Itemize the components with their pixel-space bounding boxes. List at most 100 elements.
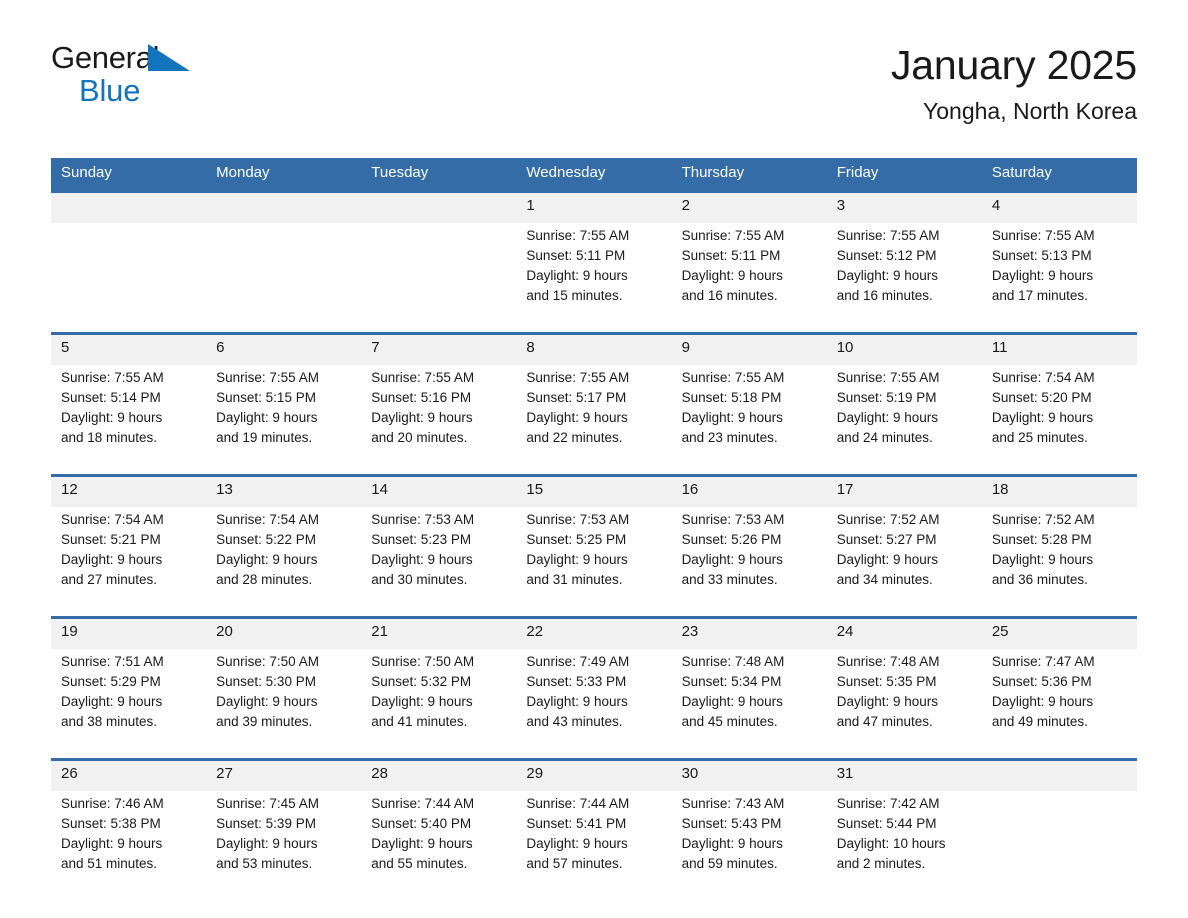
day-detail-line: Sunset: 5:22 PM <box>216 531 316 547</box>
day-detail-line: Daylight: 9 hours <box>371 693 473 709</box>
day-detail-cell: Sunrise: 7:52 AM Sunset: 5:27 PM Daylight:… <box>826 506 982 617</box>
day-detail-line: and 16 minutes. <box>836 287 933 303</box>
day-detail-line: Sunrise: 7:54 AM <box>991 369 1095 385</box>
day-detail-line: Sunset: 5:44 PM <box>836 815 937 831</box>
day-detail-line: Daylight: 9 hours <box>216 693 318 709</box>
day-detail-line: Sunset: 5:43 PM <box>681 815 782 831</box>
day-number[interactable]: 2 <box>671 189 827 223</box>
day-detail-line: Sunrise: 7:53 AM <box>526 511 630 527</box>
day-detail-line: Sunrise: 7:44 AM <box>371 795 475 811</box>
day-number[interactable]: 15 <box>516 473 672 507</box>
day-number[interactable]: 28 <box>361 757 517 791</box>
day-detail-line: Sunrise: 7:45 AM <box>216 795 319 811</box>
day-detail-cell: Sunrise: 7:48 AM Sunset: 5:35 PM Daylight:… <box>826 648 982 759</box>
day-detail-line: Sunset: 5:34 PM <box>681 673 782 689</box>
day-detail-line: Sunset: 5:33 PM <box>526 673 627 689</box>
day-detail-line: Sunset: 5:36 PM <box>991 673 1092 689</box>
day-detail-line: Sunset: 5:32 PM <box>371 673 472 689</box>
day-detail-line: and 49 minutes. <box>991 713 1088 729</box>
day-number[interactable]: 1 <box>516 189 672 223</box>
weekday-header-thursday: Thursday <box>671 158 827 191</box>
day-detail-line: Sunset: 5:25 PM <box>526 531 627 547</box>
day-detail-line: Daylight: 9 hours <box>61 551 163 567</box>
day-number[interactable]: 22 <box>516 615 672 649</box>
day-detail-line: and 39 minutes. <box>216 713 313 729</box>
day-detail-line: Sunrise: 7:46 AM <box>61 795 164 811</box>
day-number[interactable]: 10 <box>826 331 982 365</box>
day-number[interactable]: 24 <box>826 615 982 649</box>
day-detail-line: Sunset: 5:12 PM <box>836 247 937 263</box>
day-number[interactable]: 12 <box>51 473 207 507</box>
week-details-row: Sunrise: 7:55 AM Sunset: 5:14 PM Daylight:… <box>51 364 1137 475</box>
weekday-header-sunday: Sunday <box>51 158 207 191</box>
day-detail-line: and 34 minutes. <box>836 571 933 587</box>
day-detail-line: Sunset: 5:27 PM <box>836 531 937 547</box>
empty-day-detail-cell <box>981 790 1137 900</box>
day-number[interactable]: 31 <box>826 757 982 791</box>
day-detail-line: Sunset: 5:23 PM <box>371 531 472 547</box>
day-detail-line: Sunset: 5:15 PM <box>216 389 316 405</box>
day-number[interactable]: 6 <box>206 331 362 365</box>
day-detail-line: Sunset: 5:41 PM <box>526 815 627 831</box>
day-number[interactable]: 3 <box>826 189 982 223</box>
day-detail-line: Sunrise: 7:54 AM <box>61 511 164 527</box>
day-number[interactable]: 20 <box>206 615 362 649</box>
day-detail-line: and 43 minutes. <box>526 713 623 729</box>
day-number[interactable]: 23 <box>671 615 827 649</box>
day-number[interactable]: 7 <box>361 331 517 365</box>
weekday-header-tuesday: Tuesday <box>361 158 517 191</box>
day-detail-line: Daylight: 9 hours <box>526 835 628 851</box>
week-details-row: Sunrise: 7:51 AM Sunset: 5:29 PM Daylight:… <box>51 648 1137 759</box>
day-detail-line: Sunrise: 7:47 AM <box>991 653 1095 669</box>
day-number[interactable]: 5 <box>51 331 207 365</box>
day-detail-line: and 38 minutes. <box>61 713 158 729</box>
day-number[interactable]: 30 <box>671 757 827 791</box>
day-detail-line: Daylight: 9 hours <box>61 693 163 709</box>
day-number[interactable]: 16 <box>671 473 827 507</box>
day-detail-line: Sunrise: 7:52 AM <box>991 511 1095 527</box>
location-subtitle: Yongha, North Korea <box>923 98 1137 125</box>
day-detail-line: Daylight: 9 hours <box>836 409 939 425</box>
day-detail-line: Sunrise: 7:55 AM <box>836 227 940 243</box>
day-detail-cell: Sunrise: 7:42 AM Sunset: 5:44 PM Daylight:… <box>826 790 982 900</box>
day-number[interactable]: 18 <box>981 473 1137 507</box>
day-number[interactable]: 13 <box>206 473 362 507</box>
day-number[interactable]: 11 <box>981 331 1137 365</box>
day-detail-line: and 45 minutes. <box>681 713 778 729</box>
empty-day-cell <box>981 757 1137 791</box>
day-number[interactable]: 29 <box>516 757 672 791</box>
day-number[interactable]: 21 <box>361 615 517 649</box>
day-detail-cell: Sunrise: 7:55 AM Sunset: 5:11 PM Daylight:… <box>516 222 672 333</box>
calendar-body: 1 2 3 4 Sunrise: 7:55 AM Sunset: 5:11 PM Dayli… <box>51 189 1137 900</box>
day-detail-line: Sunset: 5:19 PM <box>836 389 937 405</box>
week-daynumber-row: 26 27 28 29 30 31 <box>51 757 1137 791</box>
day-detail-line: Sunset: 5:21 PM <box>61 531 161 547</box>
general-blue-logo: General Blue <box>51 42 211 114</box>
day-detail-cell: Sunrise: 7:55 AM Sunset: 5:11 PM Daylight:… <box>671 222 827 333</box>
day-number[interactable]: 25 <box>981 615 1137 649</box>
day-detail-cell: Sunrise: 7:44 AM Sunset: 5:41 PM Daylight:… <box>516 790 672 900</box>
calendar-header-row: Sunday Monday Tuesday Wednesday Thursday Frid… <box>51 158 1137 191</box>
day-detail-line: Sunset: 5:13 PM <box>991 247 1092 263</box>
day-number[interactable]: 26 <box>51 757 207 791</box>
day-detail-line: Daylight: 9 hours <box>526 409 628 425</box>
day-detail-line: and 55 minutes. <box>371 855 468 871</box>
day-number[interactable]: 27 <box>206 757 362 791</box>
day-number[interactable]: 8 <box>516 331 672 365</box>
day-number[interactable]: 9 <box>671 331 827 365</box>
week-details-row: Sunrise: 7:46 AM Sunset: 5:38 PM Daylight:… <box>51 790 1137 900</box>
day-detail-line: Sunrise: 7:55 AM <box>371 369 475 385</box>
day-number[interactable]: 14 <box>361 473 517 507</box>
day-detail-line: and 33 minutes. <box>681 571 778 587</box>
empty-day-cell <box>51 189 207 223</box>
day-number[interactable]: 19 <box>51 615 207 649</box>
calendar-page: General Blue January 2025 Yongha, North … <box>0 0 1188 918</box>
day-detail-line: Daylight: 9 hours <box>371 835 473 851</box>
day-detail-line: Sunrise: 7:55 AM <box>991 227 1095 243</box>
day-detail-line: Sunrise: 7:50 AM <box>216 653 319 669</box>
day-detail-line: and 15 minutes. <box>526 287 623 303</box>
day-detail-line: and 59 minutes. <box>681 855 778 871</box>
day-number[interactable]: 17 <box>826 473 982 507</box>
day-detail-line: Sunrise: 7:48 AM <box>836 653 940 669</box>
day-number[interactable]: 4 <box>981 189 1137 223</box>
